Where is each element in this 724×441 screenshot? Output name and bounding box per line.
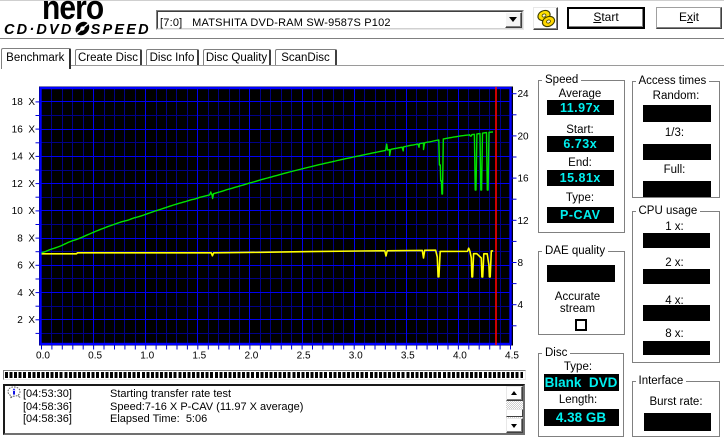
svg-text:12: 12 xyxy=(518,216,530,227)
svg-text:8: 8 xyxy=(518,258,524,269)
svg-text:1.5: 1.5 xyxy=(192,351,206,362)
svg-text:0.5: 0.5 xyxy=(88,351,102,362)
svg-text:16: 16 xyxy=(518,174,530,185)
svg-text:20: 20 xyxy=(518,131,530,142)
svg-text:16 X: 16 X xyxy=(12,124,36,135)
svg-text:2 X: 2 X xyxy=(17,315,35,326)
svg-text:6 X: 6 X xyxy=(17,261,35,272)
svg-text:12 X: 12 X xyxy=(12,179,36,190)
svg-text:24: 24 xyxy=(518,89,530,100)
svg-text:14 X: 14 X xyxy=(12,152,36,163)
svg-text:1.0: 1.0 xyxy=(140,351,154,362)
svg-text:18 X: 18 X xyxy=(12,97,36,108)
svg-text:8 X: 8 X xyxy=(17,233,35,244)
svg-text:4: 4 xyxy=(518,300,524,311)
svg-text:3.5: 3.5 xyxy=(401,351,415,362)
svg-text:4.0: 4.0 xyxy=(453,351,467,362)
svg-text:3.0: 3.0 xyxy=(349,351,363,362)
svg-text:4.5: 4.5 xyxy=(505,351,519,362)
svg-text:10 X: 10 X xyxy=(12,206,36,217)
svg-text:2.5: 2.5 xyxy=(297,351,311,362)
svg-text:2.0: 2.0 xyxy=(244,351,258,362)
svg-text:0.0: 0.0 xyxy=(36,351,50,362)
svg-text:4 X: 4 X xyxy=(17,288,35,299)
